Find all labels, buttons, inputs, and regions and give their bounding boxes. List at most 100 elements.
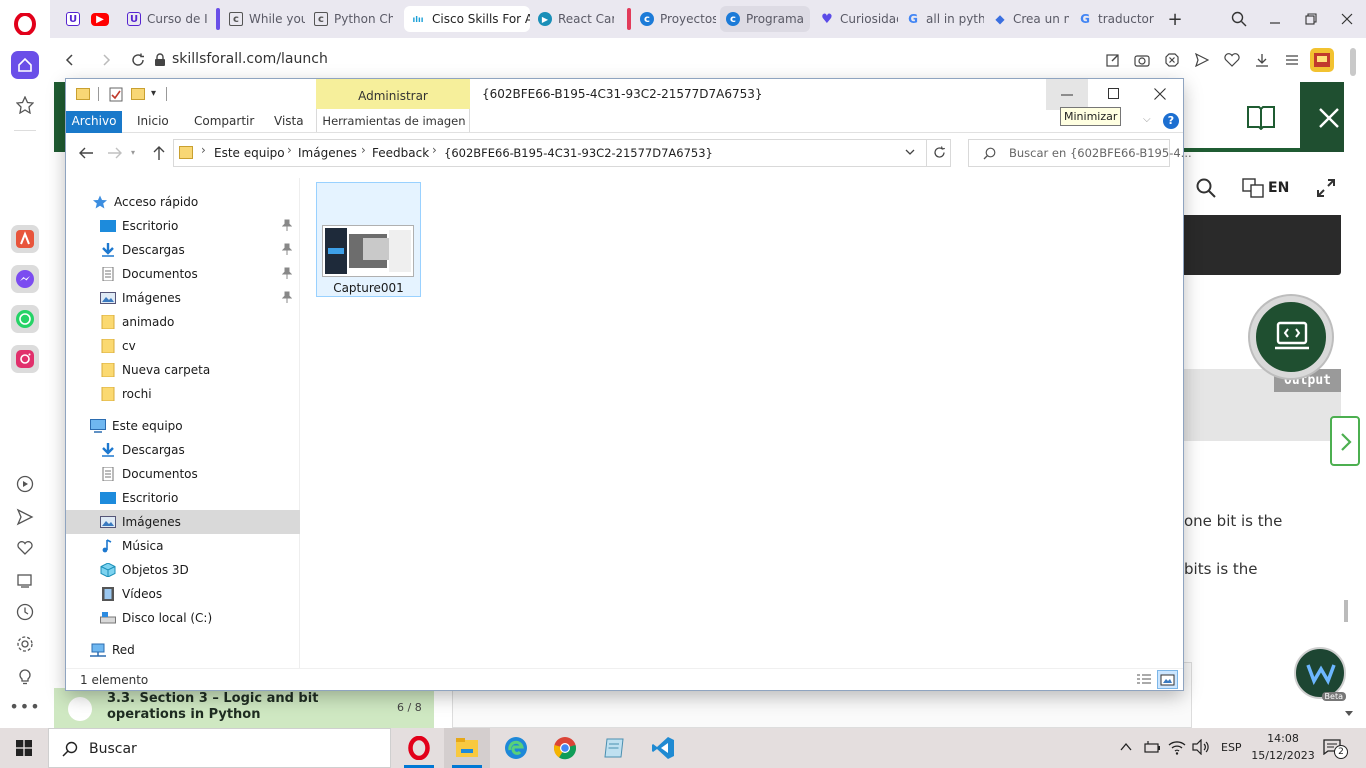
- tree-musica[interactable]: Música: [66, 534, 300, 558]
- window-minimize-icon[interactable]: [1264, 8, 1286, 30]
- tab-all-in-python[interactable]: G all in pytho: [900, 6, 984, 32]
- tab-curso[interactable]: U Curso de I: [121, 6, 209, 32]
- easy-setup-icon[interactable]: [1282, 50, 1302, 70]
- properties-icon[interactable]: [109, 87, 123, 105]
- fullscreen-icon[interactable]: [1316, 178, 1336, 201]
- help-icon[interactable]: ?: [1163, 113, 1179, 129]
- send-icon[interactable]: [11, 503, 39, 531]
- tree-escritorio[interactable]: Escritorio: [66, 486, 300, 510]
- tab-inicio[interactable]: Inicio: [137, 114, 169, 128]
- breadcrumb[interactable]: › Este equipo › Imágenes › Feedback › {6…: [173, 139, 951, 167]
- window-close-icon[interactable]: [1336, 8, 1358, 30]
- tab-compartir[interactable]: Compartir: [194, 114, 254, 128]
- settings-gear-icon[interactable]: [11, 630, 39, 658]
- url-field[interactable]: skillsforall.com/launch: [172, 51, 328, 67]
- aria-icon[interactable]: [11, 225, 39, 253]
- file-item-capture001[interactable]: Capture001: [316, 182, 421, 297]
- chevron-right-icon[interactable]: ›: [287, 143, 292, 157]
- breadcrumb-feedback[interactable]: Feedback: [372, 146, 429, 160]
- book-tab-button[interactable]: [1180, 82, 1300, 152]
- tab-traductor[interactable]: G traductor: [1072, 6, 1156, 32]
- more-icon[interactable]: •••: [9, 692, 39, 720]
- ad-block-icon[interactable]: [1162, 50, 1182, 70]
- tree-objetos-3d[interactable]: Objetos 3D: [66, 558, 300, 582]
- flow-send-icon[interactable]: [1192, 50, 1212, 70]
- input-language[interactable]: ESP: [1221, 741, 1242, 754]
- forward-icon[interactable]: [96, 50, 116, 70]
- page-search-icon[interactable]: [1196, 178, 1216, 201]
- close-panel-button[interactable]: [1300, 82, 1344, 152]
- notification-center-button[interactable]: 2: [1323, 737, 1349, 759]
- tree-acceso-rapido[interactable]: Acceso rápido: [66, 190, 300, 214]
- tab-programa[interactable]: c Programa: [720, 6, 810, 32]
- taskbar-explorer[interactable]: [444, 728, 490, 768]
- tree-descargas-pinned[interactable]: Descargas: [66, 238, 300, 262]
- clock-date[interactable]: 15/12/2023: [1250, 749, 1316, 762]
- large-icons-view-icon[interactable]: [1157, 670, 1178, 689]
- pin-icon[interactable]: [282, 243, 292, 256]
- wifi-icon[interactable]: [1168, 739, 1186, 758]
- expand-ribbon-icon[interactable]: ⌵: [1143, 114, 1151, 125]
- chevron-right-icon[interactable]: ›: [432, 143, 437, 157]
- scrollbar-thumb[interactable]: [1350, 48, 1356, 76]
- tree-red[interactable]: Red: [66, 638, 300, 662]
- tab-archivo[interactable]: Archivo: [66, 111, 122, 133]
- page-scroll-thumb[interactable]: [1344, 600, 1348, 622]
- nav-back-icon[interactable]: [78, 146, 94, 163]
- next-page-button[interactable]: [1330, 416, 1360, 466]
- quick-access-dropdown-icon[interactable]: ▾: [151, 88, 156, 99]
- start-button[interactable]: [0, 728, 48, 768]
- section-nav-item[interactable]: 3.3. Section 3 – Logic and bit operation…: [54, 688, 434, 728]
- tray-expand-icon[interactable]: [1119, 740, 1133, 757]
- refresh-icon[interactable]: [933, 146, 946, 162]
- heart-icon[interactable]: [11, 534, 39, 562]
- bookmark-heart-icon[interactable]: [1222, 50, 1242, 70]
- taskbar-vscode[interactable]: [640, 728, 686, 768]
- download-icon[interactable]: [1252, 50, 1272, 70]
- player-icon[interactable]: [11, 470, 39, 498]
- lock-icon[interactable]: [150, 50, 170, 70]
- nav-up-icon[interactable]: [152, 145, 166, 164]
- tab-crea-un[interactable]: ◆ Crea un nu: [987, 6, 1069, 32]
- breadcrumb-este-equipo[interactable]: Este equipo: [214, 146, 285, 160]
- pin-icon[interactable]: [282, 219, 292, 232]
- pin-icon[interactable]: [282, 291, 292, 304]
- volume-icon[interactable]: [1192, 738, 1210, 758]
- taskbar-opera[interactable]: [396, 728, 442, 768]
- profile-avatar[interactable]: [1310, 48, 1334, 72]
- tree-videos[interactable]: Vídeos: [66, 582, 300, 606]
- home-icon[interactable]: [11, 51, 39, 79]
- tab-while-you[interactable]: c While you: [223, 6, 305, 32]
- tab-proyectos[interactable]: c Proyectos: [634, 6, 716, 32]
- details-view-icon[interactable]: [1136, 672, 1152, 687]
- whatsapp-icon[interactable]: [11, 305, 39, 333]
- address-dropdown-icon[interactable]: [904, 146, 916, 161]
- new-tab-plus-icon[interactable]: +: [1164, 8, 1186, 30]
- tab-python-ch[interactable]: c Python Ch: [308, 6, 393, 32]
- explorer-close-button[interactable]: [1140, 79, 1182, 110]
- chevron-right-icon[interactable]: ›: [361, 143, 366, 157]
- new-folder-icon[interactable]: [131, 88, 145, 100]
- breadcrumb-imagenes[interactable]: Imágenes: [298, 146, 357, 160]
- tree-rochi[interactable]: rochi: [66, 382, 300, 406]
- tab-cisco-skills[interactable]: ılıı Cisco Skills For All: [404, 6, 530, 32]
- opera-logo-icon[interactable]: [11, 10, 39, 38]
- history-icon[interactable]: [11, 598, 39, 626]
- taskbar-search-box[interactable]: Buscar: [48, 728, 391, 768]
- tree-imagenes-pinned[interactable]: Imágenes: [66, 286, 300, 310]
- explorer-minimize-button[interactable]: [1046, 79, 1088, 110]
- scroll-down-icon[interactable]: [1344, 707, 1354, 721]
- lightbulb-icon[interactable]: [11, 662, 39, 690]
- taskbar-chrome[interactable]: [542, 728, 588, 768]
- tab-curiosidad[interactable]: ♥ Curiosidad: [814, 6, 898, 32]
- tree-documentos-pinned[interactable]: Documentos: [66, 262, 300, 286]
- breadcrumb-current-folder[interactable]: {602BFE66-B195-4C31-93C2-21577D7A6753}: [444, 146, 713, 160]
- search-box[interactable]: Buscar en {602BFE66-B195-4...: [968, 139, 1192, 167]
- chevron-right-icon[interactable]: ›: [201, 143, 206, 157]
- taskbar-notes-app[interactable]: [591, 728, 637, 768]
- tree-este-equipo[interactable]: Este equipo: [66, 414, 300, 438]
- clock-time[interactable]: 14:08: [1253, 732, 1313, 745]
- tab-herramientas-imagen[interactable]: Herramientas de imagen: [316, 109, 470, 132]
- battery-icon[interactable]: [1143, 740, 1161, 757]
- translate-icon[interactable]: [1242, 178, 1264, 201]
